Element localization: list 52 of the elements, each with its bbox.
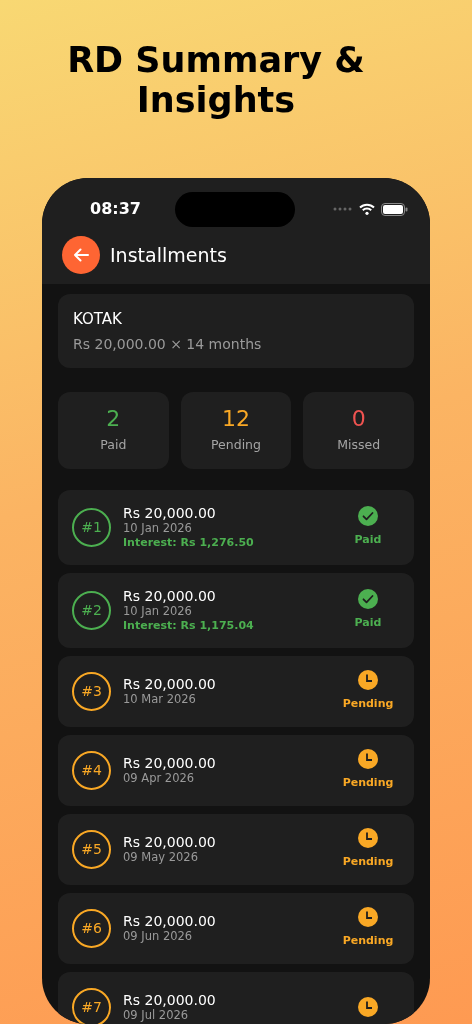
battery-icon xyxy=(381,202,408,216)
stat-value: 2 xyxy=(106,405,121,432)
installment-amount: Rs 20,000.00 xyxy=(123,504,217,521)
installment-amount: Rs 20,000.00 xyxy=(123,912,217,929)
clock-icon xyxy=(358,997,378,1017)
clock-icon xyxy=(358,827,378,848)
installment-date: 10 Jan 2026 xyxy=(123,603,193,619)
installment-date: 09 Jul 2026 xyxy=(123,1007,190,1023)
interest-amount: Interest: Rs 1,175.04 xyxy=(123,618,255,633)
installment-number: #7 xyxy=(72,987,111,1024)
wifi-icon xyxy=(359,203,375,215)
stat-value: 0 xyxy=(351,405,366,432)
stat-value: 12 xyxy=(222,405,250,432)
interest-amount: Interest: Rs 1,276.50 xyxy=(123,535,255,550)
screen-title: Installments xyxy=(110,242,227,268)
installment-amount: Rs 20,000.00 xyxy=(123,754,217,771)
status-label: Pending xyxy=(342,932,394,949)
account-detail: Rs 20,000.00 × 14 months xyxy=(73,334,263,354)
installment-number: #1 xyxy=(72,507,111,547)
clock-icon xyxy=(358,748,378,769)
stat-label: Missed xyxy=(337,435,381,454)
check-icon xyxy=(358,505,378,526)
status-label: Pending xyxy=(342,774,394,791)
installment-date: 09 May 2026 xyxy=(123,849,199,865)
status-label: Pending xyxy=(342,695,394,712)
page-title: RD Summary & Insights xyxy=(66,39,366,122)
installment-date: 09 Apr 2026 xyxy=(123,770,196,786)
status-label: Paid xyxy=(354,614,382,631)
installment-number: #2 xyxy=(72,590,111,630)
check-icon xyxy=(358,588,378,609)
stat-label: Paid xyxy=(100,435,127,454)
status-time: 08:37 xyxy=(89,198,142,220)
installment-date: 10 Mar 2026 xyxy=(123,691,197,707)
installment-number: #5 xyxy=(72,829,111,869)
installment-number: #4 xyxy=(72,750,111,790)
signal-icon xyxy=(333,207,353,211)
installment-amount: Rs 20,000.00 xyxy=(123,675,217,692)
installment-date: 10 Jan 2026 xyxy=(123,520,193,536)
installment-amount: Rs 20,000.00 xyxy=(123,991,217,1008)
installment-number: #6 xyxy=(72,908,111,948)
status-label: Paid xyxy=(354,531,382,548)
status-label: Pending xyxy=(342,853,394,870)
installment-amount: Rs 20,000.00 xyxy=(123,833,217,850)
back-arrow-icon xyxy=(73,248,89,262)
installment-amount: Rs 20,000.00 xyxy=(123,587,217,604)
installment-date: 09 Jun 2026 xyxy=(123,928,194,944)
account-name: KOTAK xyxy=(73,309,123,330)
installment-number: #3 xyxy=(72,671,111,711)
clock-icon xyxy=(358,906,378,927)
stat-label: Pending xyxy=(211,435,261,454)
clock-icon xyxy=(358,669,378,690)
back-button[interactable] xyxy=(62,236,100,274)
